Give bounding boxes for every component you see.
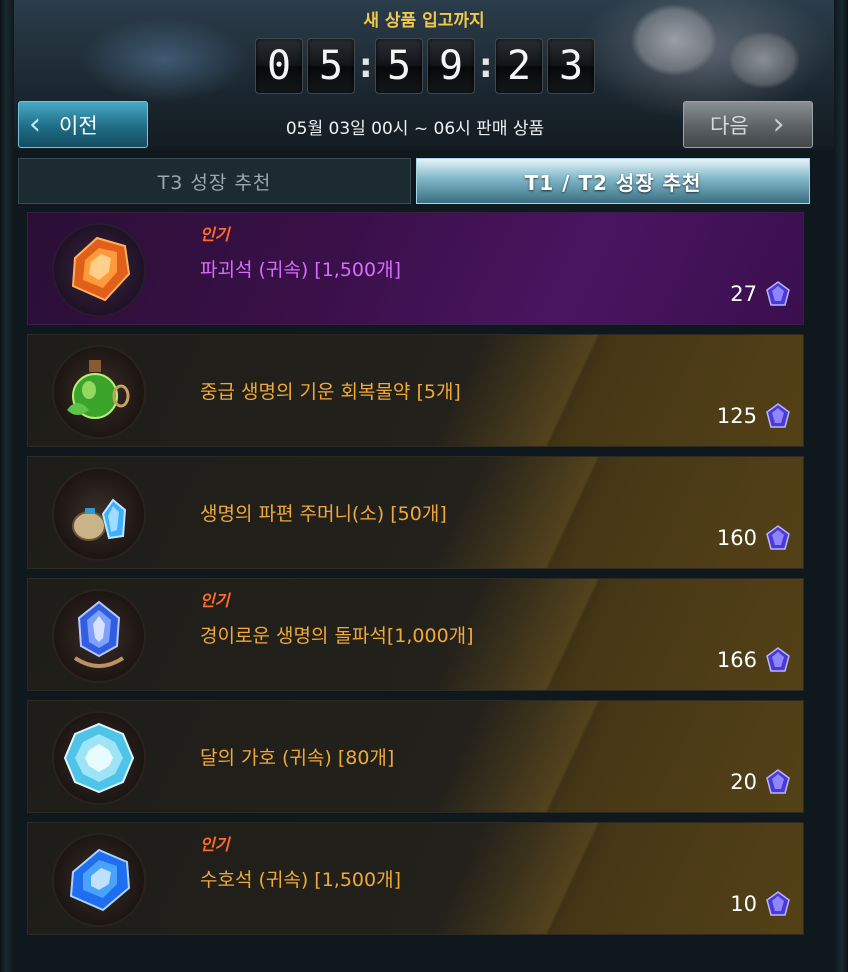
item-name: 경이로운 생명의 돌파석[1,000개] [200,625,474,647]
item-icon-frame [54,835,144,925]
product-item[interactable]: 달의 가호 (귀속) [80개] 20 [27,700,804,813]
blue-crystal-currency-icon [766,769,790,794]
popular-badge: 인기 [200,591,230,610]
prev-button-label: 이전 [59,113,98,138]
product-item[interactable]: 중급 생명의 기운 회복물약 [5개] 125 [27,334,804,447]
prev-button[interactable]: ‹ 이전 [18,101,148,148]
blue-crystal-currency-icon [766,403,790,428]
popular-badge: 인기 [200,835,230,854]
timer-digit: 5 [375,38,423,94]
row-shade [528,335,803,446]
product-item[interactable]: 인기 수호석 (귀속) [1,500개] 10 [27,822,804,935]
row-shade [528,579,803,690]
row-shade [528,823,803,934]
timer-digit: 9 [427,38,475,94]
item-price: 125 [717,403,791,429]
price-value: 160 [716,526,757,550]
item-name: 수호석 (귀속) [1,500개] [200,869,402,891]
timer-digit: 2 [495,38,543,94]
next-button[interactable]: 다음 › [683,101,813,148]
price-value: 27 [730,282,757,306]
row-shade [528,457,803,568]
timer-digit: 5 [307,38,355,94]
item-name: 중급 생명의 기운 회복물약 [5개] [200,381,461,403]
item-name: 달의 가호 (귀속) [80개] [200,747,395,769]
item-price: 27 [730,281,791,307]
item-icon-frame [54,347,144,437]
pouch-crystal-icon [72,498,127,541]
item-price: 10 [730,891,791,917]
item-icon-frame [54,713,144,803]
price-value: 166 [716,648,757,672]
timer-colon: : [359,46,373,86]
blue-crystal-icon [69,848,131,912]
product-item[interactable]: 인기 파괴석 (귀속) [1,500개] 27 [27,212,804,325]
blue-crystal-currency-icon [766,647,790,672]
item-price: 166 [717,647,791,673]
timer-digit: 0 [255,38,303,94]
green-potion-icon [67,360,130,419]
item-name: 파괴석 (귀속) [1,500개] [200,259,402,281]
timer-colon: : [479,46,493,86]
item-icon-frame [54,469,144,559]
price-value: 10 [730,892,757,916]
product-item[interactable]: 인기 경이로운 생명의 돌파석[1,000개] 166 [27,578,804,691]
price-value: 20 [730,770,757,794]
blue-crystal-currency-icon [766,525,790,550]
item-price: 160 [717,525,791,551]
countdown-timer: 0 5 : 5 9 : 2 3 [255,38,599,94]
item-icon-frame [54,225,144,315]
price-value: 125 [716,404,757,428]
moon-gem-icon [63,722,135,794]
popular-badge: 인기 [200,225,230,244]
tab-t3-growth[interactable]: T3 성장 추천 [18,158,411,204]
blue-crystal-currency-icon [766,281,790,306]
tab-t1-t2-growth[interactable]: T1 / T2 성장 추천 [416,158,810,204]
item-name: 생명의 파편 주머니(소) [50개] [200,503,447,525]
timer-digit: 3 [547,38,595,94]
item-price: 20 [730,769,791,795]
item-icon-frame [54,591,144,681]
blue-crystal-currency-icon [766,891,790,916]
chevron-left-icon: ‹ [29,106,41,142]
sale-period-label: 05월 03일 00시 ~ 06시 판매 상품 [285,119,545,139]
chevron-right-icon: › [772,106,785,142]
next-button-label: 다음 [710,113,749,138]
product-item[interactable]: 생명의 파편 주머니(소) [50개] 160 [27,456,804,569]
row-shade [528,701,803,812]
blue-breakthrough-stone-icon [73,600,125,668]
orange-crystal-icon [71,236,131,302]
timer-title: 새 상품 입고까지 [363,11,485,31]
